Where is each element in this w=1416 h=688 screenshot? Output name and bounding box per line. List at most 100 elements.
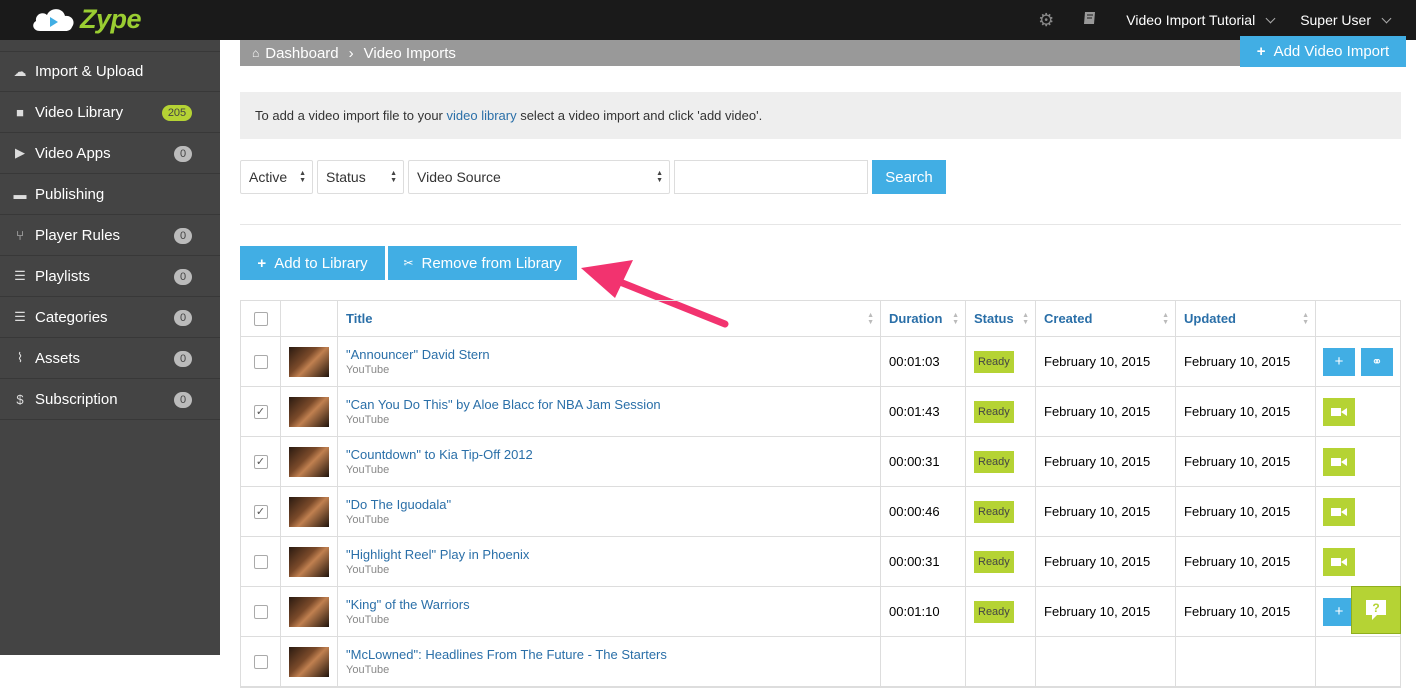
help-button[interactable]: ? [1351,586,1401,634]
video-title-link[interactable]: "Can You Do This" by Aloe Blacc for NBA … [346,397,661,412]
video-thumbnail[interactable] [289,596,329,627]
row-checkbox[interactable]: ✓ [253,504,268,519]
duration-cell: 00:00:31 [881,437,966,486]
column-header-status[interactable]: Status ▲ ▼ [966,301,1036,336]
remove-from-library-button[interactable]: ✂ Remove from Library [388,246,577,280]
video-camera-icon-button[interactable] [1323,397,1355,426]
add-video-import-button[interactable]: + Add Video Import [1240,36,1406,67]
thumbnail-cell [281,437,338,486]
unlink-icon: ✂ [403,256,414,270]
sidebar-item-label: Playlists [35,267,91,285]
dollar-icon: $ [16,391,24,407]
sidebar-item-video-apps[interactable]: ▶ Video Apps 0 [0,133,220,174]
sidebar-item-categories[interactable]: ☰ Categories 0 [0,297,220,338]
sort-icon: ▲ ▼ [952,312,959,326]
sidebar-item-label: Video Apps [35,144,111,162]
user-menu[interactable]: Super User [1300,12,1392,28]
search-input[interactable] [674,160,868,194]
column-header-created[interactable]: Created ▲ ▼ [1036,301,1176,336]
info-text-before: To add a video import file to your [255,108,447,123]
table-row[interactable]: "King" of the Warriors YouTube 00:01:10 Rea… [241,587,1400,637]
sort-icon: ▲ ▼ [867,312,874,326]
sort-icon: ▲ ▼ [1302,312,1309,326]
video-library-link[interactable]: video library [447,108,517,123]
row-checkbox[interactable]: ✓ [253,404,268,419]
sidebar-item-import-upload[interactable]: ☁ Import & Upload [0,51,220,92]
row-checkbox[interactable] [253,354,268,369]
branch-icon: ⑂ [16,227,24,243]
video-thumbnail[interactable] [289,496,329,527]
sidebar-item-label: Assets [35,349,81,367]
table-row[interactable]: ✓ "Can You Do This" by Aloe Blacc for NBA… [241,387,1400,437]
select-all-checkbox[interactable] [253,311,268,326]
video-camera-icon: ■ [16,104,24,120]
video-source-select[interactable]: Video Source ▲ ▼ [408,160,670,194]
search-button[interactable]: Search [872,160,946,194]
column-header-label: Duration [889,311,943,326]
zype-logo[interactable]: Zype [30,3,142,35]
status-badge: Ready [974,500,1014,523]
row-checkbox[interactable] [253,654,268,669]
video-title-link[interactable]: "Announcer" David Stern [346,347,490,362]
sidebar-item-publishing[interactable]: ▬ Publishing [0,174,220,215]
add-icon-button[interactable]: + [1323,347,1355,376]
table-row[interactable]: ✓ "Do The Iguodala" YouTube 00:00:46 Ready Fe… [241,487,1400,537]
user-menu-label: Super User [1300,12,1371,28]
status-filter-value: Status [326,169,366,185]
column-header-updated[interactable]: Updated ▲ ▼ [1176,301,1316,336]
select-arrows-icon: ▲ ▼ [299,170,306,184]
updated-cell [1176,637,1316,686]
row-checkbox[interactable]: ✓ [253,454,268,469]
video-title-link[interactable]: "King" of the Warriors [346,597,470,612]
sidebar-item-label: Categories [35,308,108,326]
status-filter-select[interactable]: Status ▲ ▼ [317,160,404,194]
table-row[interactable]: "Announcer" David Stern YouTube 00:01:03 Re… [241,337,1400,387]
video-thumbnail[interactable] [289,346,329,377]
help-chat-icon: ? [1366,600,1386,620]
column-header-label: Status [974,311,1014,326]
active-filter-select[interactable]: Active ▲ ▼ [240,160,313,194]
breadcrumb: ⌂ Dashboard › Video Imports [240,40,1406,66]
column-header-title[interactable]: Title ▲ ▼ [338,301,881,336]
sidebar-item-label: Video Library [35,103,124,121]
created-cell [1036,637,1176,686]
table-row[interactable]: "McLowned": Headlines From The Future - … [241,637,1400,687]
count-badge: 0 [174,351,192,367]
filter-bar: Active ▲ ▼ Status ▲ ▼ Video Source ▲ ▼ Sear… [240,160,946,194]
video-thumbnail[interactable] [289,546,329,577]
sort-icon: ▲ ▼ [1022,312,1029,326]
column-header-duration[interactable]: Duration ▲ ▼ [881,301,966,336]
sidebar-item-video-library[interactable]: ■ Video Library 205 [0,92,220,133]
video-title-link[interactable]: "Countdown" to Kia Tip-Off 2012 [346,447,533,462]
count-badge: 0 [174,146,192,162]
sidebar-item-subscription[interactable]: $ Subscription 0 [0,379,220,420]
site-menu[interactable]: Video Import Tutorial [1126,12,1276,28]
video-thumbnail[interactable] [289,396,329,427]
video-thumbnail[interactable] [289,646,329,677]
link-icon-button[interactable]: ⚭ [1361,347,1393,376]
breadcrumb-home[interactable]: Dashboard [265,45,338,62]
sidebar-item-label: Import & Upload [35,63,144,80]
video-title-link[interactable]: "Highlight Reel" Play in Phoenix [346,547,529,562]
chevron-down-icon [1381,13,1392,23]
gears-icon[interactable]: ⚙ [1038,10,1054,31]
sidebar-item-assets[interactable]: ⌇ Assets 0 [0,338,220,379]
row-checkbox[interactable] [253,554,268,569]
add-to-library-button[interactable]: + Add to Library [240,246,385,280]
video-camera-icon-button[interactable] [1323,447,1355,476]
sidebar-item-playlists[interactable]: ☰ Playlists 0 [0,256,220,297]
video-camera-icon-button[interactable] [1323,547,1355,576]
svg-text:?: ? [1372,601,1379,615]
row-checkbox[interactable] [253,604,268,619]
status-badge: Ready [974,400,1014,423]
book-icon[interactable] [1082,10,1098,31]
video-source: YouTube [346,614,390,626]
video-thumbnail[interactable] [289,446,329,477]
thumbnail-cell [281,537,338,586]
table-row[interactable]: "Highlight Reel" Play in Phoenix YouTube 0… [241,537,1400,587]
video-title-link[interactable]: "Do The Iguodala" [346,497,451,512]
video-camera-icon-button[interactable] [1323,497,1355,526]
table-row[interactable]: ✓ "Countdown" to Kia Tip-Off 2012 YouTube 0… [241,437,1400,487]
top-bar: Zype ⚙ Video Import Tutorial Super User [0,0,1416,40]
sidebar-item-player-rules[interactable]: ⑂ Player Rules 0 [0,215,220,256]
